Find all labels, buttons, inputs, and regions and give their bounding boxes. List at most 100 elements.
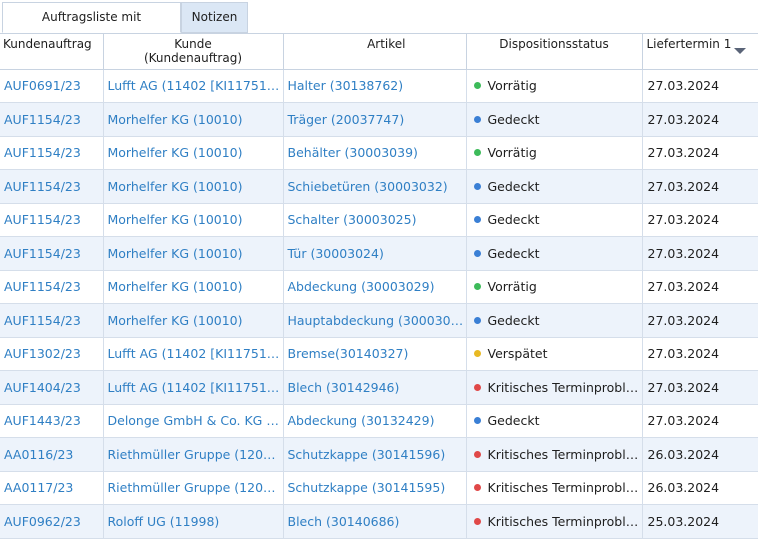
column-header-kundenauftrag[interactable]: Kundenauftrag (0, 34, 104, 70)
status-dot-icon (473, 283, 481, 291)
status-dot-icon (473, 82, 481, 90)
customer-link[interactable]: Morhelfer KG (10010) (103, 236, 284, 271)
order-number-link[interactable]: AUF1154/23 (0, 136, 104, 170)
article-link[interactable]: Hauptabdeckung (30003020) (283, 303, 467, 338)
article-link[interactable]: Abdeckung (30003029) (283, 270, 467, 304)
article-link[interactable]: Schutzkappe (30141595) (283, 471, 467, 505)
status-cell: Gedeckt (466, 169, 643, 204)
table-row[interactable]: AA0116/23 Riethmüller Gruppe (12051) Schut… (0, 437, 758, 472)
customer-link[interactable]: Roloff UG (11998) (103, 504, 284, 539)
table-row[interactable]: AUF1443/23 Delonge GmbH & Co. KG (1... Abd… (0, 404, 758, 438)
table-body: AUF0691/23 Lufft AG (11402 [KI11751] /...… (0, 69, 758, 539)
delivery-date: 27.03.2024 (642, 102, 758, 137)
order-number-link[interactable]: AUF1154/23 (0, 102, 104, 137)
status-dot-icon (473, 350, 481, 358)
status-label: Kritisches Terminproblem (487, 513, 642, 529)
table-row[interactable]: AUF0691/23 Lufft AG (11402 [KI11751] /...… (0, 69, 758, 103)
delivery-date: 27.03.2024 (642, 69, 758, 103)
tab-auftragsliste[interactable]: Auftragsliste mit Positionen (2, 2, 181, 52)
status-cell: Gedeckt (466, 236, 643, 271)
table-row[interactable]: AUF0962/23 Roloff UG (11998) Blech (301406… (0, 504, 758, 539)
customer-link[interactable]: Lufft AG (11402 [KI11751] /... (103, 337, 284, 371)
article-link[interactable]: Blech (30140686) (283, 504, 467, 539)
status-cell: Vorrätig (466, 136, 643, 170)
order-grid: Kundenauftrag Kunde (Kundenauftrag) Artik… (0, 33, 758, 539)
customer-link[interactable]: Riethmüller Gruppe (12051) (103, 471, 284, 505)
status-label: Gedeckt (487, 212, 540, 228)
customer-link[interactable]: Morhelfer KG (10010) (103, 169, 284, 204)
order-number-link[interactable]: AUF1404/23 (0, 370, 104, 405)
status-label: Gedeckt (487, 245, 540, 261)
column-header-artikel[interactable]: Artikel (283, 34, 467, 70)
order-number-link[interactable]: AUF1154/23 (0, 203, 104, 237)
status-label: Gedeckt (487, 312, 540, 328)
article-link[interactable]: Halter (30138762) (283, 69, 467, 103)
article-link[interactable]: Abdeckung (30132429) (283, 404, 467, 438)
article-link[interactable]: Bremse(30140327) (283, 337, 467, 371)
customer-link[interactable]: Lufft AG (11402 [KI11751] /... (103, 69, 284, 103)
status-dot-icon (473, 115, 481, 123)
delivery-date: 27.03.2024 (642, 270, 758, 304)
delivery-date: 27.03.2024 (642, 404, 758, 438)
status-cell: Kritisches Terminproblem (466, 370, 643, 405)
order-number-link[interactable]: AA0117/23 (0, 471, 104, 505)
order-number-link[interactable]: AUF1154/23 (0, 270, 104, 304)
order-number-link[interactable]: AA0116/23 (0, 437, 104, 472)
customer-link[interactable]: Morhelfer KG (10010) (103, 270, 284, 304)
status-label: Gedeckt (487, 413, 540, 429)
article-link[interactable]: Schalter (30003025) (283, 203, 467, 237)
delivery-date: 27.03.2024 (642, 303, 758, 338)
status-dot-icon (473, 316, 481, 324)
column-header-liefertermin[interactable]: Liefertermin 1 (642, 34, 758, 70)
delivery-date: 27.03.2024 (642, 136, 758, 170)
table-row[interactable]: AUF1154/23 Morhelfer KG (10010) Abdeckung … (0, 270, 758, 304)
table-row[interactable]: AUF1404/23 Lufft AG (11402 [KI11751] /...… (0, 370, 758, 405)
customer-link[interactable]: Morhelfer KG (10010) (103, 102, 284, 137)
tab-bar: Auftragsliste mit Positionen Notizen (0, 0, 758, 52)
article-link[interactable]: Schutzkappe (30141596) (283, 437, 467, 472)
delivery-date: 27.03.2024 (642, 236, 758, 271)
column-header-kunde[interactable]: Kunde (Kundenauftrag) (103, 34, 284, 70)
delivery-date: 27.03.2024 (642, 370, 758, 405)
customer-link[interactable]: Delonge GmbH & Co. KG (1... (103, 404, 284, 438)
customer-link[interactable]: Riethmüller Gruppe (12051) (103, 437, 284, 472)
status-label: Gedeckt (487, 178, 540, 194)
order-number-link[interactable]: AUF0962/23 (0, 504, 104, 539)
tab-notizen[interactable]: Notizen (181, 2, 248, 33)
article-link[interactable]: Behälter (30003039) (283, 136, 467, 170)
article-link[interactable]: Schiebetüren (30003032) (283, 169, 467, 204)
table-row[interactable]: AUF1154/23 Morhelfer KG (10010) Hauptabdec… (0, 303, 758, 338)
table-row[interactable]: AUF1154/23 Morhelfer KG (10010) Schiebetür… (0, 169, 758, 204)
table-row[interactable]: AUF1154/23 Morhelfer KG (10010) Schalter (… (0, 203, 758, 237)
order-number-link[interactable]: AUF1443/23 (0, 404, 104, 438)
table-row[interactable]: AUF1154/23 Morhelfer KG (10010) Behälter (… (0, 136, 758, 170)
status-label: Vorrätig (487, 78, 537, 94)
table-row[interactable]: AUF1154/23 Morhelfer KG (10010) Träger (20… (0, 102, 758, 137)
table-row[interactable]: AA0117/23 Riethmüller Gruppe (12051) Schut… (0, 471, 758, 505)
status-dot-icon (473, 182, 481, 190)
order-number-link[interactable]: AUF1302/23 (0, 337, 104, 371)
customer-link[interactable]: Morhelfer KG (10010) (103, 203, 284, 237)
column-header-dispositionsstatus[interactable]: Dispositionsstatus (466, 34, 643, 70)
status-dot-icon (473, 517, 481, 525)
status-cell: Kritisches Terminproblem (466, 504, 643, 539)
order-number-link[interactable]: AUF1154/23 (0, 236, 104, 271)
customer-link[interactable]: Lufft AG (11402 [KI11751] /... (103, 370, 284, 405)
status-cell: Kritisches Terminproblem (466, 437, 643, 472)
order-number-link[interactable]: AUF1154/23 (0, 303, 104, 338)
delivery-date: 27.03.2024 (642, 169, 758, 204)
status-cell: Gedeckt (466, 404, 643, 438)
delivery-date: 26.03.2024 (642, 471, 758, 505)
sort-descending-icon[interactable] (733, 48, 746, 54)
status-label: Vorrätig (487, 279, 537, 295)
article-link[interactable]: Träger (20037747) (283, 102, 467, 137)
order-table: Kundenauftrag Kunde (Kundenauftrag) Artik… (0, 34, 758, 539)
table-row[interactable]: AUF1302/23 Lufft AG (11402 [KI11751] /...… (0, 337, 758, 371)
article-link[interactable]: Blech (30142946) (283, 370, 467, 405)
order-number-link[interactable]: AUF1154/23 (0, 169, 104, 204)
article-link[interactable]: Tür (30003024) (283, 236, 467, 271)
table-row[interactable]: AUF1154/23 Morhelfer KG (10010) Tür (30003… (0, 236, 758, 271)
customer-link[interactable]: Morhelfer KG (10010) (103, 136, 284, 170)
order-number-link[interactable]: AUF0691/23 (0, 69, 104, 103)
customer-link[interactable]: Morhelfer KG (10010) (103, 303, 284, 338)
